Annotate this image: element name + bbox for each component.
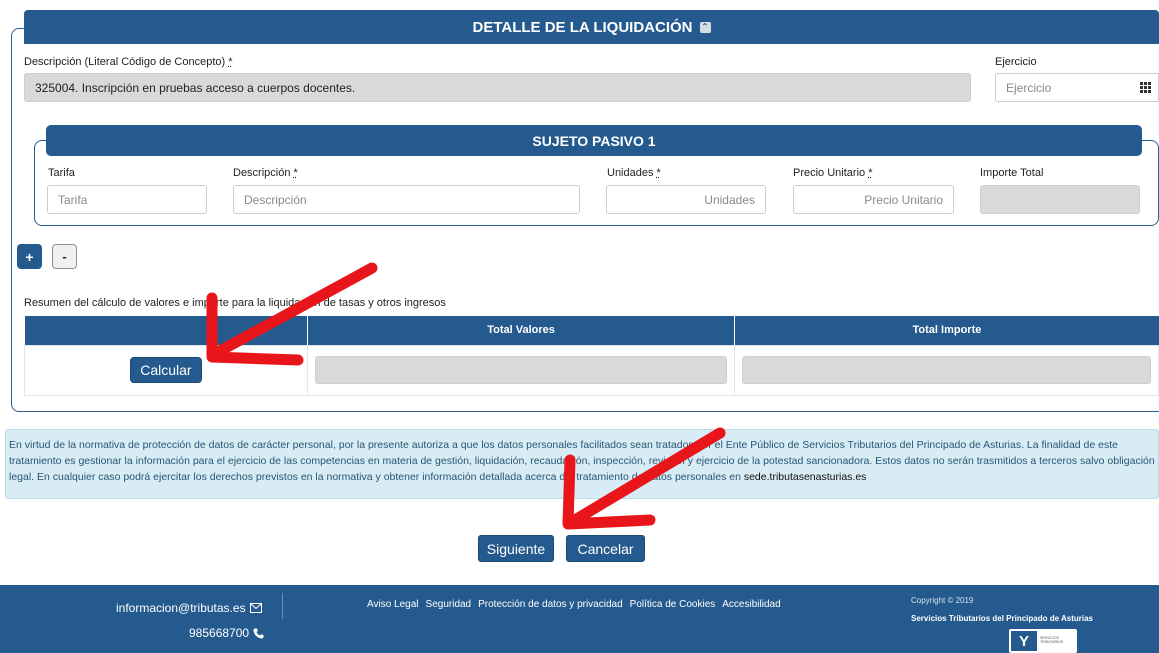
detail-title: DETALLE DE LA LIQUIDACIÓN bbox=[472, 18, 693, 36]
ejercicio-label: Ejercicio bbox=[995, 56, 1037, 68]
copyright: Copyright © 2019 bbox=[911, 596, 974, 605]
total-valores-field bbox=[314, 356, 728, 384]
unidades-input[interactable]: Unidades bbox=[606, 185, 766, 214]
precio-input[interactable]: Precio Unitario bbox=[793, 185, 954, 214]
footer-link-cookies[interactable]: Política de Cookies bbox=[630, 599, 716, 610]
footer-link-aviso-legal[interactable]: Aviso Legal bbox=[367, 599, 419, 610]
footer-phone[interactable]: 985668700 bbox=[189, 626, 264, 640]
cancelar-button[interactable]: Cancelar bbox=[566, 535, 645, 562]
total-importe-field bbox=[742, 356, 1151, 384]
ejercicio-picker-button[interactable] bbox=[1132, 73, 1159, 102]
tarifa-label: Tarifa bbox=[48, 167, 75, 179]
privacy-notice-link[interactable]: sede.tributasenasturias.es bbox=[744, 471, 867, 483]
footer-link-seguridad[interactable]: Seguridad bbox=[426, 599, 472, 610]
descripcion-sp-label: Descripción * bbox=[233, 167, 298, 179]
summary-cell-importe bbox=[734, 344, 1159, 396]
unidades-label: Unidades * bbox=[607, 167, 661, 179]
summary-cell-valores bbox=[306, 344, 736, 396]
sujeto-header: SUJETO PASIVO 1 bbox=[46, 125, 1142, 156]
logo-text: SERVICIOS TRIBUTARIOS bbox=[1039, 636, 1064, 644]
add-sujeto-button[interactable]: + bbox=[17, 244, 42, 269]
descripcion-sp-input[interactable]: Descripción bbox=[233, 185, 580, 214]
footer-links: Aviso Legal Seguridad Protección de dato… bbox=[367, 599, 781, 610]
ejercicio-input[interactable]: Ejercicio bbox=[995, 73, 1133, 102]
phone-icon bbox=[253, 628, 264, 638]
footer-link-proteccion-datos[interactable]: Protección de datos y privacidad bbox=[478, 599, 623, 610]
descripcion-field[interactable]: 325004. Inscripción en pruebas acceso a … bbox=[24, 73, 971, 102]
privacy-notice: En virtud de la normativa de protección … bbox=[5, 429, 1159, 499]
grid-icon bbox=[1139, 82, 1151, 93]
summary-cell-calc: Calcular bbox=[24, 344, 308, 396]
logo-mark: Υ bbox=[1011, 631, 1037, 651]
envelope-icon bbox=[249, 603, 262, 613]
footer-link-accesibilidad[interactable]: Accesibilidad bbox=[722, 599, 780, 610]
remove-sujeto-button[interactable]: - bbox=[52, 244, 77, 269]
tarifa-input[interactable]: Tarifa bbox=[47, 185, 207, 214]
copyright-org: Servicios Tributarios del Principado de … bbox=[911, 614, 1093, 623]
summary-caption: Resumen del cálculo de valores e importe… bbox=[24, 297, 446, 309]
footer: informacion@tributas.es 985668700 Aviso … bbox=[0, 585, 1159, 653]
chevron-up-icon[interactable]: ⌃ bbox=[699, 21, 711, 33]
summary-header-importe: Total Importe bbox=[734, 316, 1159, 345]
logo: Υ SERVICIOS TRIBUTARIOS bbox=[1009, 629, 1077, 653]
summary-header-valores: Total Valores bbox=[307, 316, 736, 345]
summary-header-empty bbox=[24, 316, 308, 345]
siguiente-button[interactable]: Siguiente bbox=[478, 535, 554, 562]
privacy-notice-text: En virtud de la normativa de protección … bbox=[9, 439, 1155, 483]
importe-field bbox=[980, 185, 1140, 214]
summary-table: Total Valores Total Importe Calcular bbox=[24, 316, 1159, 396]
footer-email[interactable]: informacion@tributas.es bbox=[116, 601, 262, 615]
descripcion-label: Descripción (Literal Código de Concepto)… bbox=[24, 56, 233, 68]
detail-header: DETALLE DE LA LIQUIDACIÓN ⌃ bbox=[24, 10, 1159, 44]
footer-divider bbox=[282, 593, 283, 619]
precio-label: Precio Unitario * bbox=[793, 167, 873, 179]
importe-label: Importe Total bbox=[980, 167, 1044, 179]
calcular-button[interactable]: Calcular bbox=[130, 357, 202, 383]
